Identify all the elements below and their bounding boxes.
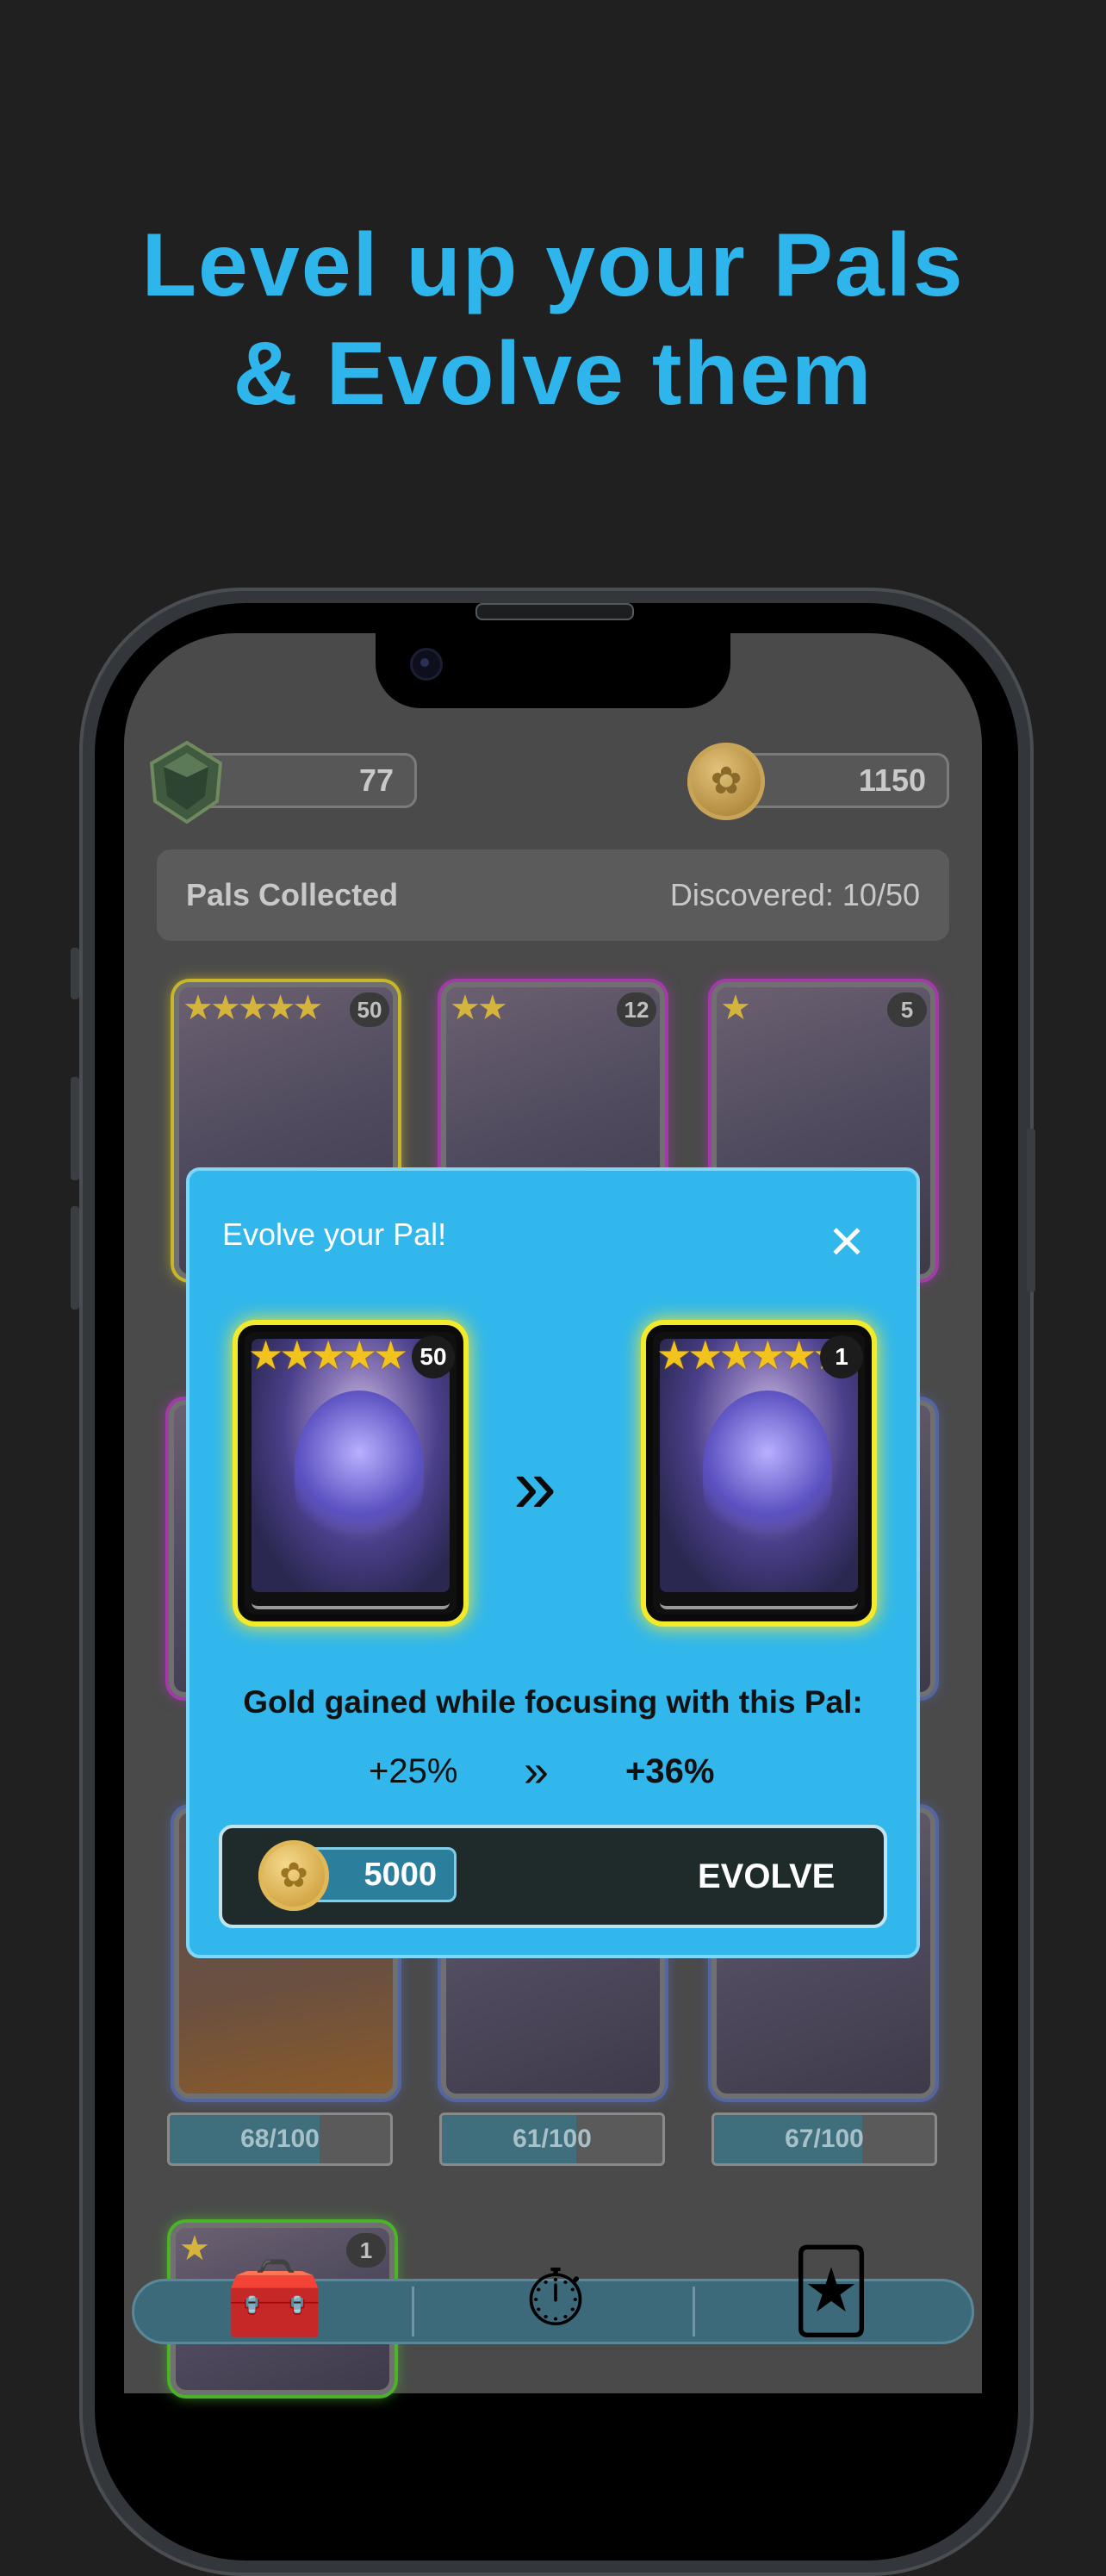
treasure-chest-icon[interactable]: 🧰 (219, 2256, 331, 2342)
dialog-title: Evolve your Pal! (222, 1216, 447, 1252)
xp-bar: 67/100 (711, 2112, 937, 2166)
gold-coin-icon (687, 743, 765, 820)
collection-title: Pals Collected (186, 877, 399, 912)
level-badge: 5 (887, 992, 927, 1027)
headline-line1: Level up your Pals (141, 215, 965, 315)
headline: Level up your Pals & Evolve them (0, 211, 1106, 428)
mute-switch (71, 948, 79, 999)
volume-up-button (71, 1077, 79, 1180)
star-rating: ★★★★★★ (656, 1333, 848, 1378)
star-rating: ★ (179, 2230, 210, 2268)
evolve-arrow-icon: » (513, 1443, 557, 1529)
level-badge: 50 (350, 992, 389, 1027)
cards-collection-icon[interactable]: 🃏 (775, 2249, 887, 2335)
gem-icon (149, 741, 223, 824)
camera (410, 648, 443, 681)
star-rating: ★ (720, 989, 751, 1027)
level-badge: 50 (412, 1335, 455, 1378)
star-rating: ★★★★★ (183, 989, 323, 1027)
headline-line2: & Evolve them (233, 324, 873, 424)
evolved-pal-card: ★★★★★★ 1 (646, 1325, 872, 1621)
gold-coin-icon (258, 1840, 329, 1911)
focus-timer-icon[interactable]: ⏱ (500, 2256, 612, 2342)
evolve-button-label: EVOLVE (698, 1857, 836, 1895)
bonus-arrow-icon: » (524, 1746, 549, 1796)
current-bonus: +25% (369, 1752, 458, 1790)
power-button (1027, 1129, 1035, 1292)
xp-bar: 61/100 (439, 2112, 665, 2166)
star-rating: ★★★★★ (248, 1333, 408, 1378)
current-pal-card: ★★★★★ 50 (238, 1325, 463, 1621)
xp-bar: 68/100 (167, 2112, 393, 2166)
level-badge: 1 (346, 2233, 386, 2268)
speaker (475, 603, 634, 620)
new-bonus: +36% (625, 1752, 715, 1790)
star-rating: ★★ (450, 989, 508, 1027)
gold-bonus-label: Gold gained while focusing with this Pal… (243, 1684, 863, 1720)
collection-header: Pals Collected Discovered: 10/50 (157, 849, 949, 941)
close-icon[interactable]: × (817, 1210, 877, 1271)
level-badge: 1 (820, 1335, 863, 1378)
level-badge: 12 (617, 992, 656, 1027)
discovered-count: Discovered: 10/50 (669, 877, 920, 912)
volume-down-button (71, 1206, 79, 1310)
